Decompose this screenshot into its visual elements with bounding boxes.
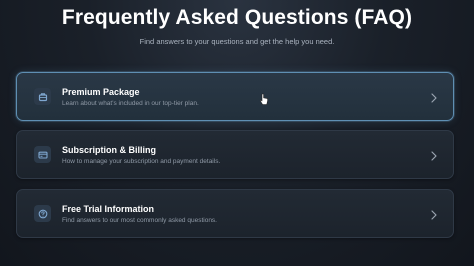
chevron-right-icon xyxy=(430,91,438,103)
faq-item-description: Find answers to our most commonly asked … xyxy=(62,217,217,224)
faq-item-title: Subscription & Billing xyxy=(62,145,156,155)
billing-card-icon xyxy=(34,146,51,163)
faq-item-description: Learn about what's included in our top-t… xyxy=(62,100,199,107)
chevron-right-icon xyxy=(430,208,438,220)
package-icon xyxy=(34,88,51,105)
faq-item-subscription-billing[interactable]: Subscription & Billing How to manage you… xyxy=(16,130,454,179)
faq-item-premium-package[interactable]: Premium Package Learn about what's inclu… xyxy=(16,72,454,121)
mouse-pointer-icon xyxy=(259,93,269,106)
faq-item-title: Premium Package xyxy=(62,87,140,97)
faq-item-description: How to manage your subscription and paym… xyxy=(62,158,221,165)
faq-list: Premium Package Learn about what's inclu… xyxy=(0,0,474,266)
chevron-right-icon xyxy=(430,149,438,161)
faq-item-free-trial[interactable]: Free Trial Information Find answers to o… xyxy=(16,189,454,238)
question-circle-icon xyxy=(34,205,51,222)
faq-item-title: Free Trial Information xyxy=(62,204,155,214)
